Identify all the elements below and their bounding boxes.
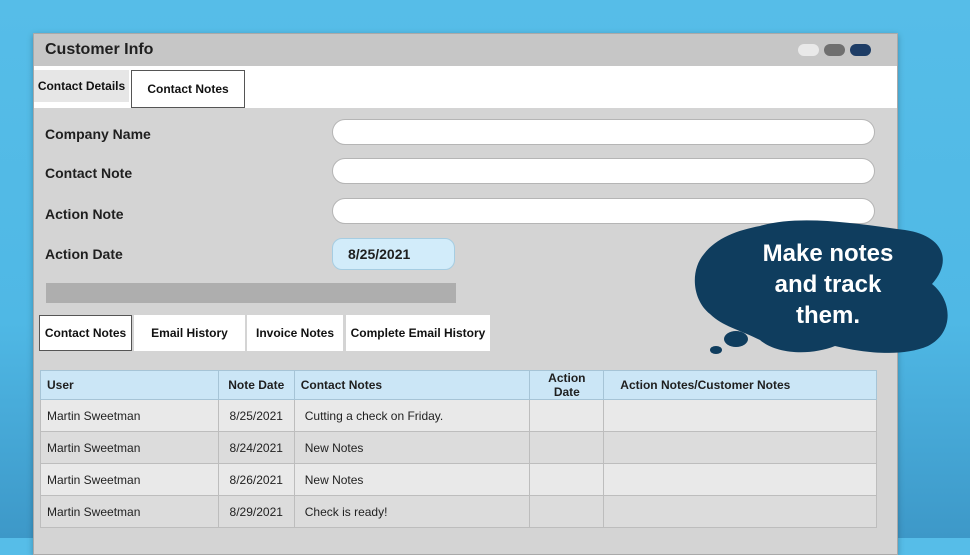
cell-action-date: [529, 495, 605, 528]
table-row[interactable]: Martin Sweetman 8/29/2021 Check is ready…: [40, 495, 877, 528]
cell-note-date: 8/25/2021: [217, 399, 295, 432]
tab-invoice-notes[interactable]: Invoice Notes: [247, 315, 343, 351]
cell-contact-notes: Cutting a check on Friday.: [293, 399, 531, 432]
progress-bar: [46, 283, 456, 303]
top-tab-bar: Contact Details Contact Notes: [34, 66, 897, 108]
callout-line-3: them.: [795, 302, 860, 329]
cell-action-date: [529, 399, 605, 432]
cell-action-notes: [603, 399, 877, 432]
callout-line-1: Make notes: [762, 240, 894, 267]
cell-note-date: 8/26/2021: [217, 463, 295, 496]
action-date-input[interactable]: 8/25/2021: [332, 238, 455, 270]
cell-user: Martin Sweetman: [40, 495, 219, 528]
cell-contact-notes: New Notes: [293, 431, 531, 464]
title-bar: Customer Info: [34, 34, 897, 66]
cell-contact-notes: Check is ready!: [293, 495, 531, 528]
tab-email-history[interactable]: Email History: [134, 315, 245, 351]
close-button[interactable]: [850, 44, 871, 56]
action-note-label: Action Note: [45, 206, 124, 222]
cell-note-date: 8/29/2021: [217, 495, 295, 528]
action-note-input[interactable]: [332, 198, 875, 224]
tab-contact-details[interactable]: Contact Details: [34, 70, 129, 102]
table-row[interactable]: Martin Sweetman 8/26/2021 New Notes: [40, 463, 877, 496]
cell-user: Martin Sweetman: [40, 431, 219, 464]
minimize-button[interactable]: [798, 44, 819, 56]
window-title: Customer Info: [45, 41, 154, 58]
company-name-label: Company Name: [45, 126, 151, 142]
cell-user: Martin Sweetman: [40, 463, 219, 496]
company-name-input[interactable]: [332, 119, 875, 145]
tab-contact-notes[interactable]: Contact Notes: [131, 70, 245, 108]
tab-complete-email-history[interactable]: Complete Email History: [346, 315, 490, 351]
callout-text: Make notes and track them.: [744, 238, 912, 331]
maximize-button[interactable]: [824, 44, 845, 56]
table-header-row: User Note Date Contact Notes Action Date…: [40, 370, 877, 400]
column-header-contact-notes[interactable]: Contact Notes: [293, 370, 531, 400]
contact-note-input[interactable]: [332, 158, 875, 184]
column-header-action-notes[interactable]: Action Notes/Customer Notes: [603, 370, 877, 400]
cell-action-date: [529, 463, 605, 496]
column-header-note-date[interactable]: Note Date: [217, 370, 295, 400]
callout-line-2: and track: [774, 271, 882, 298]
cell-action-date: [529, 431, 605, 464]
table-row[interactable]: Martin Sweetman 8/24/2021 New Notes: [40, 431, 877, 464]
cell-action-notes: [603, 431, 877, 464]
column-header-user[interactable]: User: [40, 370, 219, 400]
cell-action-notes: [603, 463, 877, 496]
cell-note-date: 8/24/2021: [217, 431, 295, 464]
cell-contact-notes: New Notes: [293, 463, 531, 496]
table-row[interactable]: Martin Sweetman 8/25/2021 Cutting a chec…: [40, 399, 877, 432]
contact-notes-table: User Note Date Contact Notes Action Date…: [40, 370, 877, 528]
cell-action-notes: [603, 495, 877, 528]
tab-contact-notes-lower[interactable]: Contact Notes: [39, 315, 132, 351]
action-date-label: Action Date: [45, 246, 123, 262]
column-header-action-date[interactable]: Action Date: [529, 370, 605, 400]
contact-note-label: Contact Note: [45, 165, 133, 181]
cell-user: Martin Sweetman: [40, 399, 219, 432]
